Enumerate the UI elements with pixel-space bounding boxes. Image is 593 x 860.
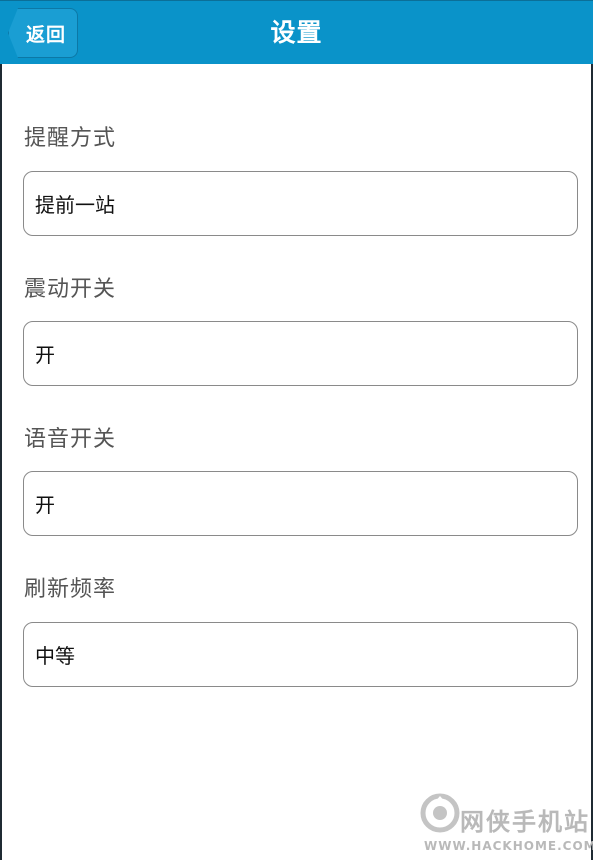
watermark-logo-icon <box>420 793 460 833</box>
watermark-text: 网侠手机站 <box>460 808 590 836</box>
reminder-mode-label: 提醒方式 <box>24 126 117 151</box>
watermark: 网侠手机站 WWW.HACKHOME.COM <box>420 793 593 857</box>
vibration-switch-label: 震动开关 <box>24 277 117 302</box>
page-title: 设置 <box>270 18 323 47</box>
back-button-label: 返回 <box>25 23 66 46</box>
back-button[interactable]: 返回 <box>8 8 78 58</box>
reminder-mode-select[interactable]: 提前一站 <box>23 171 578 236</box>
voice-switch-value: 开 <box>35 493 55 517</box>
vibration-switch-select[interactable]: 开 <box>23 321 578 386</box>
voice-switch-select[interactable]: 开 <box>23 471 578 536</box>
voice-switch-label: 语音开关 <box>24 427 117 452</box>
reminder-mode-value: 提前一站 <box>35 193 115 217</box>
refresh-rate-select[interactable]: 中等 <box>23 622 578 687</box>
watermark-url: WWW.HACKHOME.COM <box>424 839 593 853</box>
vibration-switch-value: 开 <box>35 343 55 367</box>
refresh-rate-value: 中等 <box>35 644 75 668</box>
title-bar: 设置 返回 <box>0 0 593 64</box>
refresh-rate-label: 刷新频率 <box>24 577 117 602</box>
screen-frame-left <box>0 0 2 860</box>
